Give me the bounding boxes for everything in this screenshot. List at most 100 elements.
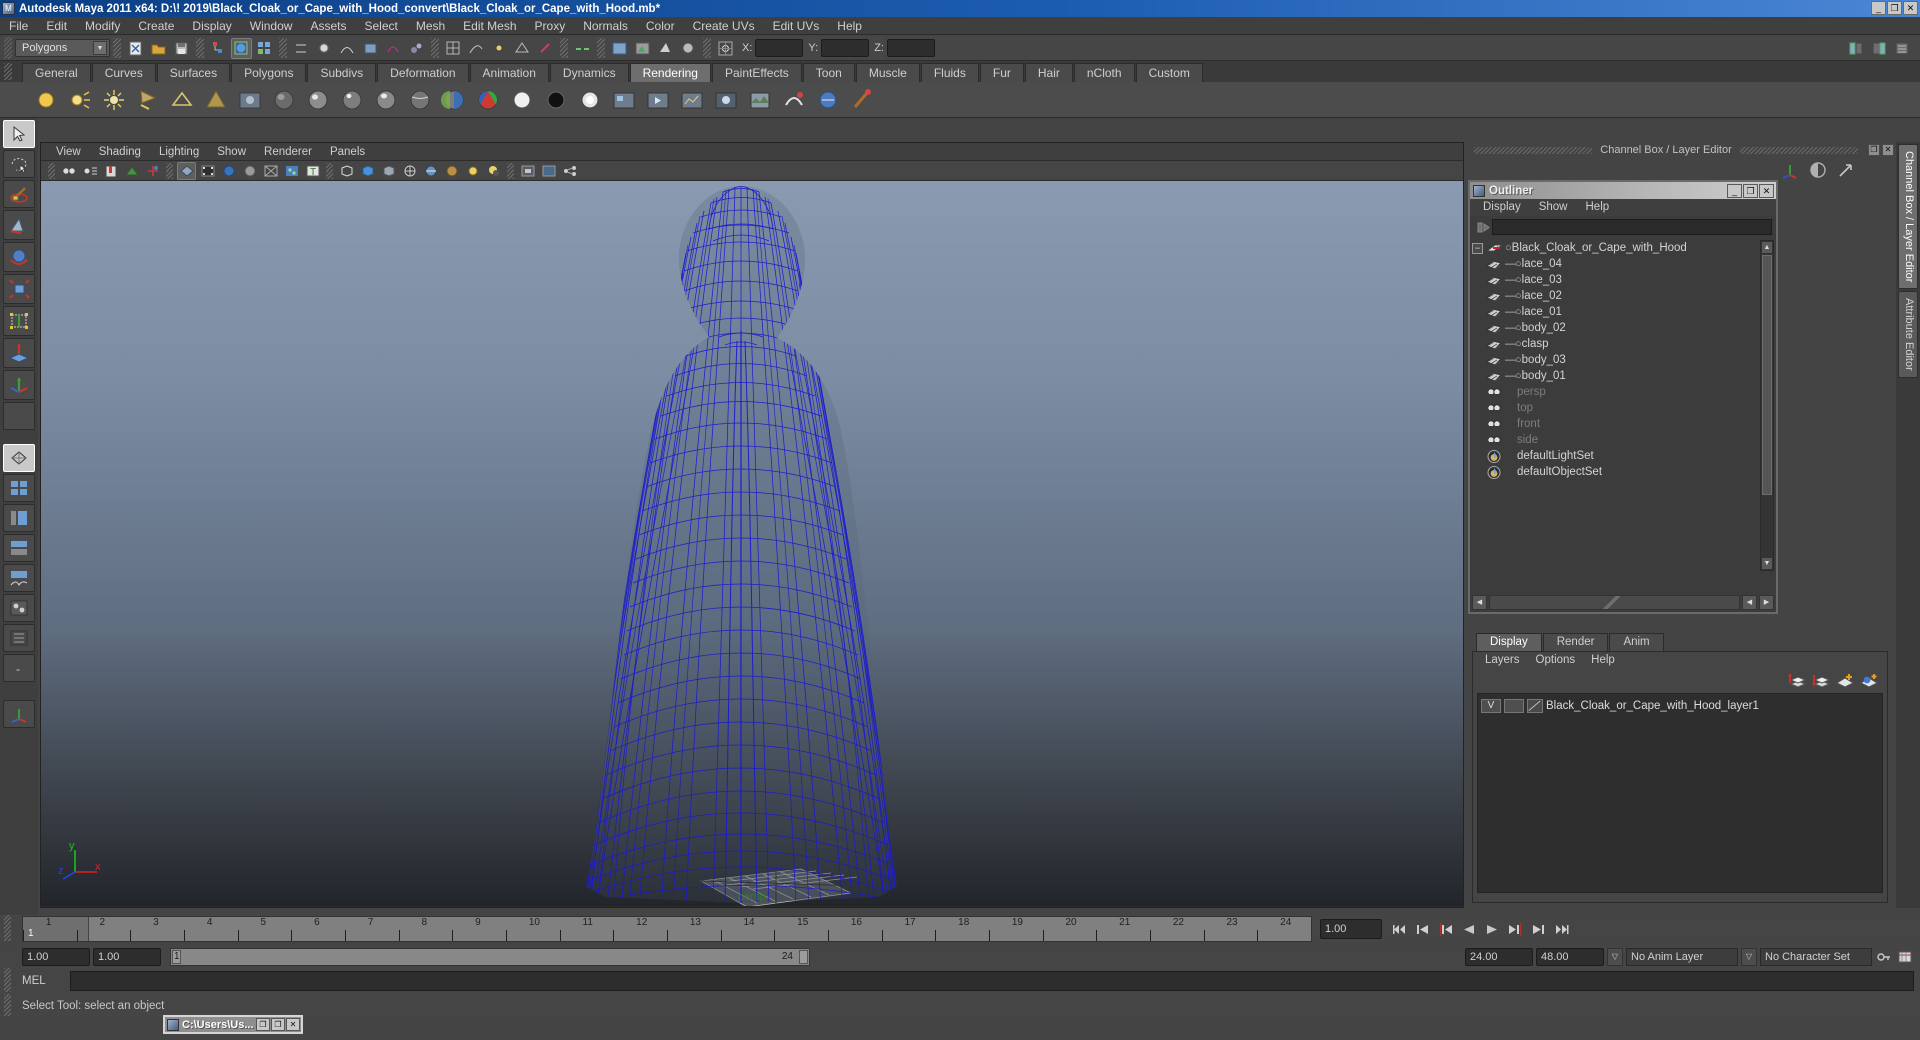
- maximize-icon[interactable]: ❐: [1887, 1, 1902, 15]
- outliner-item-clasp[interactable]: —○ clasp: [1470, 336, 1776, 352]
- go-to-end-icon[interactable]: [1551, 919, 1571, 939]
- spot-light-icon[interactable]: [132, 84, 164, 116]
- ipr-render-icon[interactable]: [632, 38, 653, 59]
- shading-map-icon[interactable]: [574, 84, 606, 116]
- menu-create-uvs[interactable]: Create UVs: [684, 17, 764, 35]
- outliner-item-side[interactable]: side: [1470, 432, 1776, 448]
- close-icon[interactable]: ✕: [1903, 1, 1918, 15]
- render-current-frame-icon[interactable]: [609, 38, 630, 59]
- resolution-gate-icon[interactable]: [219, 162, 238, 180]
- shelf-tab-toon[interactable]: Toon: [802, 63, 855, 82]
- manipulator-center-icon[interactable]: [715, 38, 736, 59]
- persp-graph-layout-button[interactable]: [3, 564, 35, 592]
- outliner-item-persp[interactable]: persp: [1470, 384, 1776, 400]
- scale-tool-button[interactable]: [3, 274, 35, 304]
- range-slider-track[interactable]: 1 24: [170, 948, 810, 966]
- twopoint-perspective-icon[interactable]: [143, 162, 162, 180]
- viewport-share-icon[interactable]: [560, 162, 579, 180]
- render-globals-icon[interactable]: [812, 84, 844, 116]
- outliner-window-controls[interactable]: _ ❐ ✕: [1727, 183, 1776, 198]
- surface-shader-icon[interactable]: [506, 84, 538, 116]
- shelf-tab-dynamics[interactable]: Dynamics: [549, 63, 629, 82]
- xray-icon[interactable]: [261, 162, 280, 180]
- menu-modify[interactable]: Modify: [76, 17, 129, 35]
- menu-create[interactable]: Create: [129, 17, 183, 35]
- render-diagnostics-icon[interactable]: [676, 84, 708, 116]
- taskbar-close-icon[interactable]: ✕: [286, 1018, 300, 1031]
- menuset-dropdown[interactable]: Polygons ▼: [15, 39, 110, 57]
- shelf-tab-fur[interactable]: Fur: [979, 63, 1024, 82]
- menu-display[interactable]: Display: [183, 17, 240, 35]
- ambient-light-icon[interactable]: [30, 84, 62, 116]
- outliner-item-body-01[interactable]: —○ body_01: [1470, 368, 1776, 384]
- persp-graph-hypergraph-layout-button[interactable]: [3, 534, 35, 562]
- scroll-down-icon[interactable]: ▼: [1761, 557, 1773, 570]
- soft-modification-tool-button[interactable]: [3, 338, 35, 368]
- area-light-icon[interactable]: [166, 84, 198, 116]
- layer-list[interactable]: V Black_Cloak_or_Cape_with_Hood_layer1: [1477, 693, 1883, 893]
- manipulator-axes-icon[interactable]: [1780, 160, 1800, 180]
- auto-keyframe-icon[interactable]: [1875, 950, 1893, 964]
- scroll-left-step-icon[interactable]: ◀: [1742, 595, 1757, 610]
- outliner-menu-help[interactable]: Help: [1577, 199, 1619, 216]
- mask-deformation-icon[interactable]: [383, 38, 404, 59]
- scroll-up-icon[interactable]: ▲: [1761, 241, 1773, 254]
- anim-start-time-field[interactable]: 1.00: [22, 948, 90, 966]
- z-coord-input[interactable]: [886, 39, 935, 57]
- outliner-horizontal-scrollbar[interactable]: ◀ ◀ ▶: [1472, 595, 1774, 610]
- outliner-menu-show[interactable]: Show: [1530, 199, 1577, 216]
- render-settings-icon[interactable]: [655, 38, 676, 59]
- move-layer-down-icon[interactable]: [1811, 671, 1831, 689]
- outliner-filter-icon[interactable]: [1474, 219, 1492, 235]
- paint-select-tool-button[interactable]: [3, 180, 35, 208]
- step-forward-frame-icon[interactable]: [1505, 919, 1525, 939]
- render-view-icon[interactable]: [234, 84, 266, 116]
- snap-to-live-icon[interactable]: [535, 38, 556, 59]
- outliner-minimize-icon[interactable]: _: [1727, 183, 1742, 198]
- y-coord-input[interactable]: [821, 39, 870, 57]
- phong-material-icon[interactable]: [336, 84, 368, 116]
- select-by-object-type-icon[interactable]: [231, 37, 252, 59]
- current-time-field[interactable]: 1.00: [1320, 919, 1382, 939]
- axis-orientation-icon[interactable]: [3, 700, 35, 728]
- toon-outline-icon[interactable]: [778, 84, 810, 116]
- play-forwards-icon[interactable]: [1482, 919, 1502, 939]
- directional-light-icon[interactable]: [64, 84, 96, 116]
- minimize-icon[interactable]: _: [1871, 1, 1886, 15]
- range-right-handle[interactable]: [799, 950, 808, 964]
- taskbar-maximize-icon[interactable]: ❐: [271, 1018, 285, 1031]
- menu-edit-mesh[interactable]: Edit Mesh: [454, 17, 525, 35]
- phonge-material-icon[interactable]: [370, 84, 402, 116]
- outliner-maximize-icon[interactable]: ❐: [1743, 183, 1758, 198]
- outliner-item-top[interactable]: top: [1470, 400, 1776, 416]
- outliner-titlebar[interactable]: Outliner _ ❐ ✕: [1470, 182, 1776, 199]
- show-manipulator-tool-button[interactable]: [3, 370, 35, 400]
- menu-select[interactable]: Select: [355, 17, 406, 35]
- viewport-menu-lighting[interactable]: Lighting: [150, 143, 208, 161]
- select-by-hierarchy-icon[interactable]: [208, 38, 229, 59]
- mask-dynamic-icon[interactable]: [406, 38, 427, 59]
- snap-to-grid-icon[interactable]: [443, 38, 464, 59]
- shelf-tab-fluids[interactable]: Fluids: [920, 63, 979, 82]
- layer-visibility-toggle[interactable]: V: [1481, 699, 1501, 713]
- bookmark-icon[interactable]: [101, 162, 120, 180]
- new-layer-from-selected-icon[interactable]: [1859, 671, 1879, 689]
- shelf-tab-hair[interactable]: Hair: [1024, 63, 1073, 82]
- tab-anim-layers[interactable]: Anim: [1609, 633, 1664, 651]
- taskbar-window-item[interactable]: C:\Users\Us... ❐ ❐ ✕: [163, 1015, 303, 1034]
- step-back-frame-icon[interactable]: [1436, 919, 1456, 939]
- mental-ray-icon[interactable]: [710, 84, 742, 116]
- channelbox-close-icon[interactable]: ✕: [1882, 144, 1894, 156]
- viewport-menu-show[interactable]: Show: [208, 143, 255, 161]
- anisotropic-material-icon[interactable]: [404, 84, 436, 116]
- anim-layer-selector[interactable]: No Anim Layer: [1626, 948, 1738, 966]
- shelf-tab-deformation[interactable]: Deformation: [377, 63, 469, 82]
- blinn-material-icon[interactable]: [302, 84, 334, 116]
- outliner-item-default-object-set[interactable]: defaultObjectSet: [1470, 464, 1776, 480]
- mask-surface-icon[interactable]: [360, 38, 381, 59]
- tab-channel-box-layer-editor[interactable]: Channel Box / Layer Editor: [1898, 144, 1918, 290]
- animation-preferences-icon[interactable]: [1896, 950, 1914, 964]
- viewport-menu-renderer[interactable]: Renderer: [255, 143, 321, 161]
- film-gate-icon[interactable]: [198, 162, 217, 180]
- use-background-icon[interactable]: [540, 84, 572, 116]
